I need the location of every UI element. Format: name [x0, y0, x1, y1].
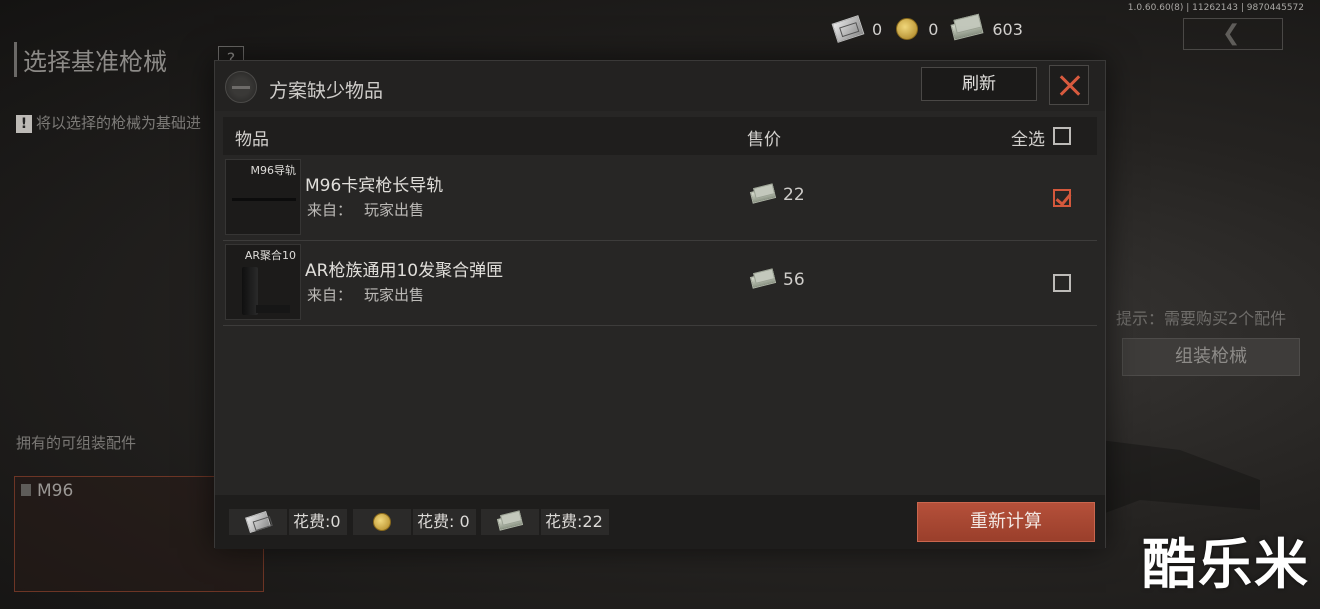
currency-ticket: 0 [831, 15, 883, 43]
item-source: 来自： 玩家出售 [307, 199, 424, 220]
magazine-base [256, 305, 290, 313]
item-thumbnail: M96导轨 [225, 159, 301, 235]
page-title: 选择基准枪械 [14, 42, 167, 77]
rail-icon [232, 198, 296, 201]
column-price: 售价 [747, 130, 781, 150]
item-name: M96卡宾枪长导轨 [305, 176, 444, 196]
back-arrow-icon: ❮ [1222, 21, 1241, 46]
cash-icon [749, 271, 777, 289]
currency-coin: 0 [896, 18, 938, 40]
source-value: 玩家出售 [364, 286, 425, 304]
source-label: 来自： [307, 201, 353, 219]
thumbnail-tag: AR聚合10 [244, 249, 296, 262]
source-label: 来自： [307, 286, 353, 304]
item-name: AR枪族通用10发聚合弹匣 [305, 261, 504, 281]
coin-icon [896, 18, 919, 40]
thumbnail-tag: M96导轨 [250, 164, 297, 177]
dialog-header: 方案缺少物品 刷新 [215, 61, 1105, 111]
row-checkbox[interactable] [1053, 274, 1071, 292]
item-thumbnail: AR聚合10 [225, 244, 301, 320]
cash-icon [950, 17, 984, 41]
coin-amount: 0 [928, 19, 939, 39]
cash-amount: 603 [992, 19, 1023, 39]
cash-icon [749, 186, 777, 204]
cost-cash: 花费:22 [481, 508, 609, 536]
owned-parts-title: 拥有的可组装配件 [16, 434, 137, 452]
currency-bar: 0 0 603 [831, 14, 1037, 44]
table-header: 物品 售价 全选 [223, 117, 1097, 155]
cost-ticket-label: 花费:0 [289, 509, 347, 535]
owned-part-label: M96 [21, 481, 73, 501]
item-price: 22 [749, 185, 805, 205]
ticket-icon [245, 510, 271, 534]
ticket-icon [831, 15, 865, 43]
column-item: 物品 [235, 130, 269, 150]
missing-items-dialog: 方案缺少物品 刷新 物品 售价 全选 M96导轨 M96卡宾枪长导轨 来自： 玩家… [214, 60, 1106, 549]
purchase-hint: 提示：需要购买2个配件 [1116, 309, 1287, 328]
close-button[interactable] [1049, 65, 1089, 105]
cost-cash-label: 花费:22 [541, 509, 609, 535]
triangle-icon [21, 484, 31, 496]
warning-icon: ! [16, 115, 32, 133]
price-value: 56 [783, 270, 805, 290]
emblem-icon [225, 71, 257, 103]
recalculate-button[interactable]: 重新计算 [917, 502, 1095, 542]
table-row[interactable]: M96导轨 M96卡宾枪长导轨 来自： 玩家出售 22 [223, 157, 1097, 241]
coin-icon [373, 513, 391, 531]
refresh-button[interactable]: 刷新 [921, 67, 1037, 101]
currency-cash: 603 [950, 17, 1023, 41]
cash-icon [496, 513, 524, 531]
owned-part-name: M96 [37, 481, 74, 501]
row-checkbox[interactable] [1053, 189, 1071, 207]
select-all-checkbox[interactable] [1053, 127, 1071, 145]
watermark: 酷乐米 [1142, 533, 1310, 596]
item-source: 来自： 玩家出售 [307, 284, 424, 305]
dialog-footer: 花费:0 花费: 0 花费:22 重新计算 [215, 495, 1105, 549]
item-price: 56 [749, 270, 805, 290]
dialog-title: 方案缺少物品 [269, 80, 384, 102]
ticket-amount: 0 [872, 19, 883, 39]
source-value: 玩家出售 [364, 201, 425, 219]
base-weapon-note-text: 将以选择的枪械为基础进 [36, 114, 202, 132]
select-all-label: 全选 [1011, 130, 1045, 150]
assemble-weapon-button[interactable]: 组装枪械 [1122, 338, 1300, 376]
table-row[interactable]: AR聚合10 AR枪族通用10发聚合弹匣 来自： 玩家出售 56 [223, 242, 1097, 326]
cost-coin-label: 花费: 0 [413, 509, 476, 535]
back-button[interactable]: ❮ [1183, 18, 1283, 50]
cost-ticket: 花费:0 [229, 508, 347, 536]
version-text: 1.0.60.60(8) | 11262143 | 9870445572 [1127, 3, 1304, 13]
price-value: 22 [783, 185, 805, 205]
cost-coin: 花费: 0 [353, 508, 476, 536]
base-weapon-note: ! 将以选择的枪械为基础进 [16, 112, 201, 133]
